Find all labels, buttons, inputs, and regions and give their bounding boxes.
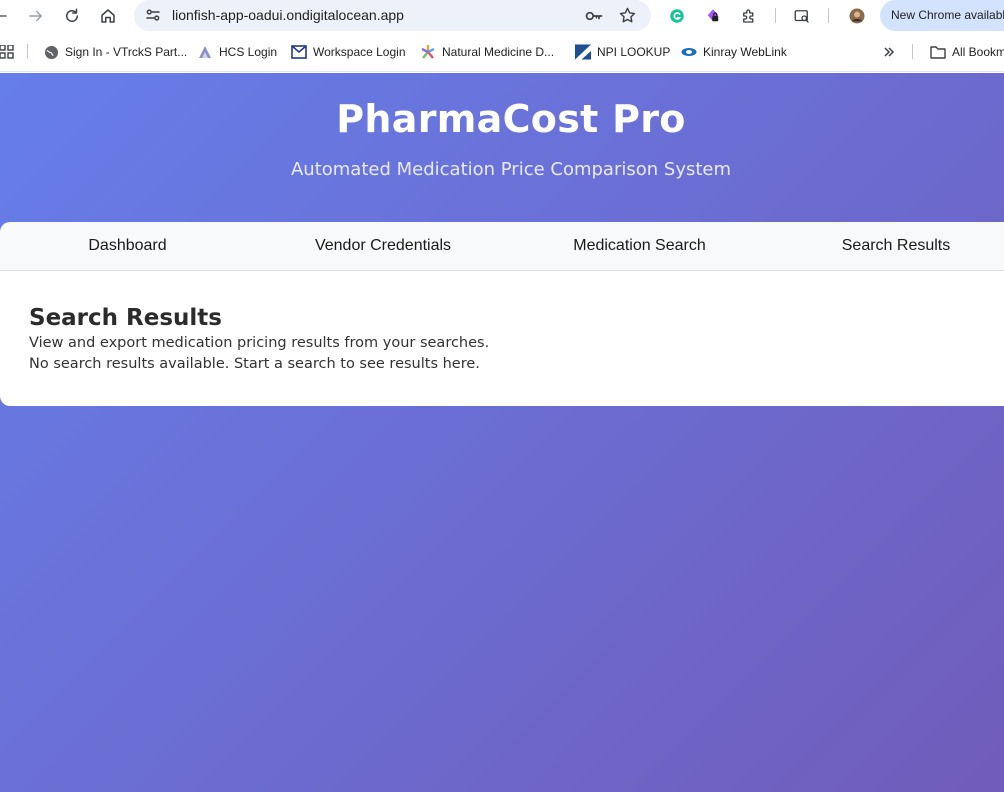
apps-grid-icon[interactable] [0, 44, 14, 60]
npi-icon [575, 44, 591, 60]
back-icon[interactable] [0, 4, 12, 28]
tab-search-results[interactable]: Search Results [768, 222, 1004, 270]
folder-icon [930, 44, 946, 60]
all-bookmarks-folder[interactable]: All Bookmarks [930, 44, 1004, 60]
bookmarks-bar: Sign In - VTrckS Part... HCS Login Works… [0, 32, 1004, 72]
bookmarks-overflow-icon[interactable] [883, 44, 895, 60]
all-bookmarks-label: All Bookmarks [952, 45, 1004, 59]
hcs-icon [197, 44, 213, 60]
profile-avatar[interactable] [845, 4, 869, 28]
address-bar[interactable]: lionfish-app-oadui.ondigitalocean.app [134, 0, 651, 31]
app-subtitle: Automated Medication Price Comparison Sy… [290, 159, 732, 180]
main-nav: Dashboard Vendor Credentials Medication … [0, 222, 1004, 271]
search-tab-icon[interactable] [790, 4, 814, 28]
search-results-panel: Search Results View and export medicatio… [0, 271, 1004, 406]
bookmark-label: Sign In - VTrckS Part... [65, 45, 188, 59]
bookmarks-separator [27, 44, 28, 59]
toolbar-separator [828, 8, 829, 23]
natural-medicine-icon [420, 44, 436, 60]
bookmark-label: Natural Medicine D... [442, 45, 555, 59]
app-title: PharmaCost Pro [336, 97, 686, 141]
bookmark-workspace-login[interactable]: Workspace Login [291, 44, 406, 60]
bookmark-natural-medicine[interactable]: Natural Medicine D... [420, 44, 554, 60]
section-description: View and export medication pricing resul… [29, 335, 490, 351]
bookmark-vtrcks[interactable]: Sign In - VTrckS Part... [43, 44, 187, 60]
section-title: Search Results [29, 305, 222, 331]
bookmark-npi-lookup[interactable]: NPI LOOKUP [575, 44, 670, 60]
tab-medication-search[interactable]: Medication Search [511, 222, 768, 270]
bookmark-label: HCS Login [219, 45, 278, 59]
url-text[interactable]: lionfish-app-oadui.ondigitalocean.app [172, 7, 404, 23]
extensions-puzzle-icon[interactable] [737, 4, 761, 28]
tab-vendor-credentials[interactable]: Vendor Credentials [255, 222, 511, 270]
bookmark-hcs-login[interactable]: HCS Login [197, 44, 277, 60]
home-icon[interactable] [96, 4, 120, 28]
forward-icon[interactable] [24, 4, 48, 28]
app-container: PharmaCost Pro Automated Medication Pric… [0, 73, 1004, 792]
bookmark-label: Workspace Login [313, 45, 406, 59]
empty-state-message: No search results available. Start a sea… [29, 356, 480, 372]
browser-toolbar: lionfish-app-oadui.ondigitalocean.app Ne… [0, 0, 1004, 32]
site-info-icon[interactable] [144, 6, 162, 24]
update-chip[interactable]: New Chrome available [880, 0, 1004, 31]
tab-dashboard[interactable]: Dashboard [0, 222, 255, 270]
reload-icon[interactable] [60, 4, 84, 28]
bookmark-star-icon[interactable] [618, 6, 637, 25]
password-key-icon[interactable] [584, 6, 604, 26]
globe-icon [43, 44, 59, 60]
bookmark-label: NPI LOOKUP [597, 45, 671, 59]
grammarly-icon[interactable] [665, 4, 689, 28]
bookmark-kinray[interactable]: Kinray WebLink [681, 44, 787, 60]
toolbar-separator [775, 8, 776, 23]
extension-lock-icon[interactable] [701, 4, 725, 28]
update-chip-label[interactable]: New Chrome available [891, 8, 1004, 22]
bookmark-label: Kinray WebLink [703, 45, 787, 59]
bookmarks-separator [912, 44, 913, 59]
kinray-icon [681, 44, 697, 60]
mail-icon [291, 44, 307, 60]
